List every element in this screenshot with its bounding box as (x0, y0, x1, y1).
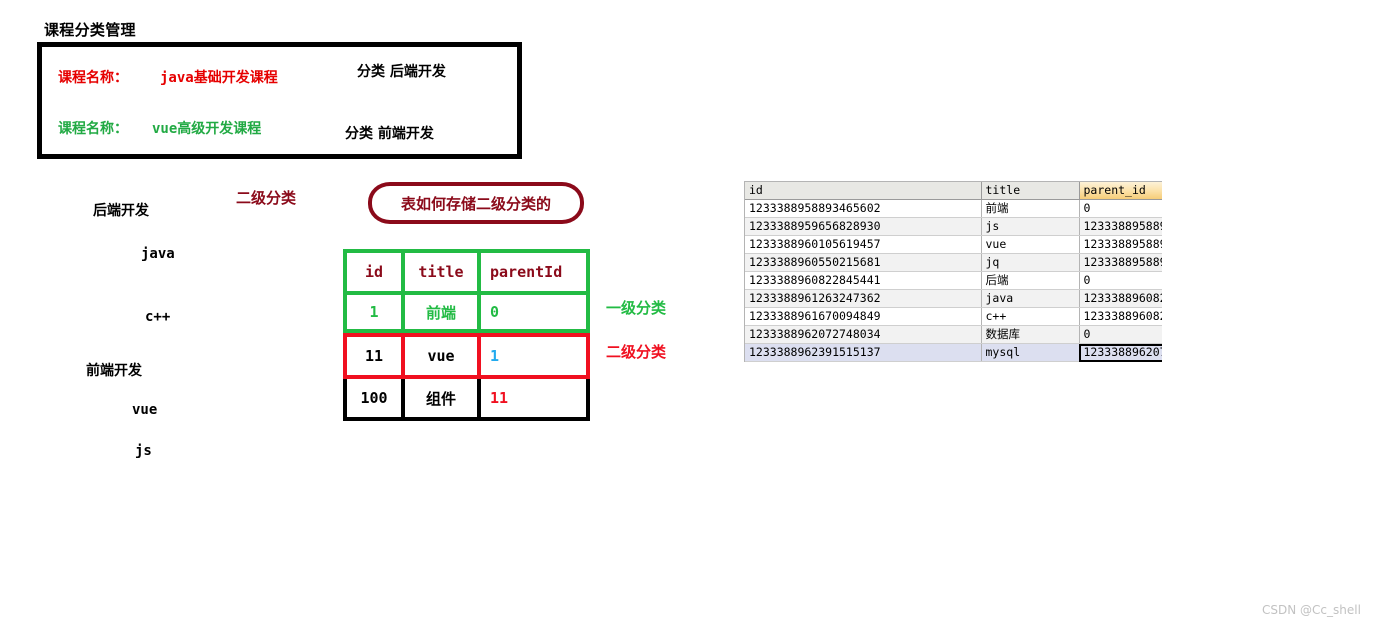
annotation-level2: 二级分类 (606, 343, 667, 361)
db-table-row[interactable]: 1233388959656828930 js 12333889588934656… (745, 217, 1162, 236)
concept-table-row: 11 vue 1 (347, 337, 586, 375)
db-column-header-id[interactable]: id (745, 182, 982, 200)
concept-cell-title: 组件 (405, 379, 481, 417)
db-table-row[interactable]: 1233388958893465602 前端 0 (745, 199, 1162, 218)
callout-bubble: 表如何存储二级分类的 (368, 182, 584, 224)
db-table-row[interactable]: 1233388961670094849 c++ 1233388960822845… (745, 307, 1162, 326)
course-card-box: 课程名称： java基础开发课程 分类 后端开发 课程名称： vue高级开发课程… (37, 42, 522, 159)
db-table-row[interactable]: 1233388960105619457 vue 1233388958893465… (745, 235, 1162, 254)
tree-node-js: js (135, 443, 152, 459)
db-cell-title[interactable]: jq (981, 253, 1080, 272)
second-level-note: 二级分类 (236, 189, 297, 207)
db-cell-id[interactable]: 1233388961263247362 (745, 289, 982, 308)
concept-cell-title: 前端 (405, 295, 481, 329)
concept-table-row: 100 组件 11 (347, 379, 586, 417)
db-cell-id[interactable]: 1233388962072748034 (745, 325, 982, 344)
db-cell-parent-id-focused[interactable]: 1233388962072748034 (1079, 343, 1162, 362)
db-cell-title[interactable]: 前端 (981, 199, 1080, 218)
db-result-grid[interactable]: id title parent_id sort 1233388958893465… (744, 181, 1162, 362)
concept-table-group-level2: 11 vue 1 (343, 333, 590, 379)
course-name-label: 课程名称： (58, 121, 128, 137)
db-cell-title[interactable]: 后端 (981, 271, 1080, 290)
course-category-value: 分类 后端开发 (357, 64, 446, 80)
db-table-row[interactable]: 1233388961263247362 java 123338896082284… (745, 289, 1162, 308)
concept-cell-id: 11 (347, 337, 405, 375)
db-cell-title[interactable]: mysql (981, 343, 1080, 362)
tree-node-cpp: c++ (145, 309, 171, 325)
db-cell-id[interactable]: 1233388960822845441 (745, 271, 982, 290)
concept-cell-parentid: 1 (490, 347, 500, 365)
concept-table: id title parentId 1 前端 0 11 vue 1 100 组件… (343, 249, 590, 421)
concept-header-id: id (347, 253, 405, 291)
db-cell-title[interactable]: js (981, 217, 1080, 236)
course-entry-row: 课程名称： vue高级开发课程 分类 前端开发 (42, 117, 517, 167)
course-name-value: java基础开发课程 (160, 70, 278, 86)
tree-node-frontend: 前端开发 (86, 363, 142, 379)
tree-node-java: java (141, 246, 175, 262)
concept-table-group-level1: id title parentId 1 前端 0 (343, 249, 590, 333)
db-cell-title[interactable]: 数据库 (981, 325, 1080, 344)
db-cell-parent-id[interactable]: 1233388958893465602 (1079, 235, 1162, 254)
callout-text: 表如何存储二级分类的 (400, 194, 551, 213)
concept-cell-parentid: 0 (490, 303, 500, 321)
tree-node-backend: 后端开发 (93, 203, 149, 219)
concept-cell-id: 100 (347, 379, 405, 417)
db-cell-title[interactable]: java (981, 289, 1080, 308)
concept-table-header-row: id title parentId (347, 253, 586, 291)
db-table-row[interactable]: 1233388962072748034 数据库 0 (745, 325, 1162, 344)
db-cell-parent-id[interactable]: 1233388958893465602 (1079, 217, 1162, 236)
csdn-watermark: CSDN @Cc_shell (1262, 603, 1361, 617)
concept-table-group-level3: 100 组件 11 (343, 379, 590, 421)
concept-cell-title: vue (405, 337, 481, 375)
annotation-level1: 一级分类 (606, 299, 667, 317)
concept-cell-id: 1 (347, 295, 405, 329)
db-cell-parent-id[interactable]: 0 (1079, 325, 1162, 344)
db-cell-id[interactable]: 1233388959656828930 (745, 217, 982, 236)
db-cell-id[interactable]: 1233388961670094849 (745, 307, 982, 326)
db-column-header-parent-id[interactable]: parent_id (1079, 182, 1162, 200)
db-cell-parent-id[interactable]: 1233388960822845441 (1079, 289, 1162, 308)
course-entry-row: 课程名称： java基础开发课程 分类 后端开发 (42, 61, 517, 111)
concept-header-parentid: parentId (490, 263, 563, 281)
course-name-value: vue高级开发课程 (152, 121, 262, 137)
db-cell-id[interactable]: 1233388962391515137 (745, 343, 982, 362)
db-header-row: id title parent_id sort (745, 182, 1162, 200)
db-table-row[interactable]: 1233388960550215681 jq 12333889588934656… (745, 253, 1162, 272)
page-title: 课程分类管理 (44, 21, 136, 39)
db-result-table: id title parent_id sort 1233388958893465… (745, 182, 1162, 362)
tree-node-vue: vue (132, 402, 158, 418)
db-cell-id[interactable]: 1233388960105619457 (745, 235, 982, 254)
db-cell-id[interactable]: 1233388960550215681 (745, 253, 982, 272)
concept-table-row: 1 前端 0 (347, 291, 586, 329)
concept-cell-parentid: 11 (490, 389, 509, 407)
db-cell-parent-id[interactable]: 0 (1079, 271, 1162, 290)
db-cell-parent-id[interactable]: 1233388958893465602 (1079, 253, 1162, 272)
course-category-value: 分类 前端开发 (345, 126, 434, 142)
concept-header-title: title (405, 253, 481, 291)
db-cell-title[interactable]: c++ (981, 307, 1080, 326)
db-cell-id[interactable]: 1233388958893465602 (745, 199, 982, 218)
db-cell-parent-id[interactable]: 1233388960822845441 (1079, 307, 1162, 326)
db-cell-title[interactable]: vue (981, 235, 1080, 254)
db-column-header-title[interactable]: title (981, 182, 1080, 200)
db-table-row-selected[interactable]: 1233388962391515137 mysql 12333889620727… (745, 343, 1162, 362)
db-cell-parent-id[interactable]: 0 (1079, 199, 1162, 218)
course-name-label: 课程名称： (58, 70, 128, 86)
db-table-row[interactable]: 1233388960822845441 后端 0 (745, 271, 1162, 290)
